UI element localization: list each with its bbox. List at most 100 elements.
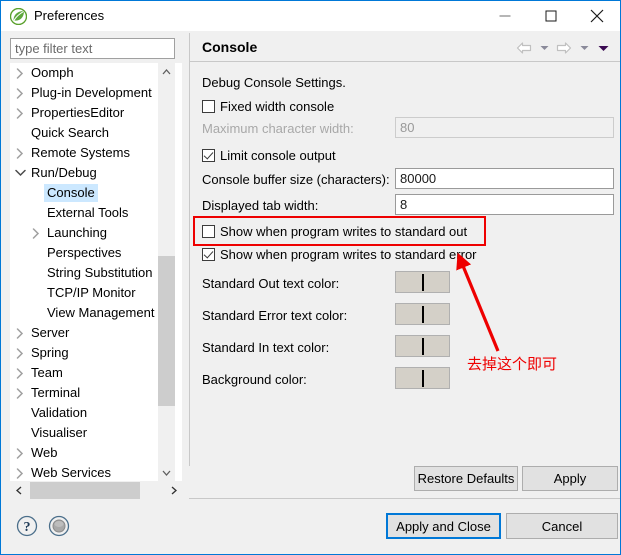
filter-input[interactable] — [10, 38, 175, 59]
sidebar-item-label: PropertiesEditor — [31, 105, 125, 120]
sidebar-item-label: Web Services — [31, 465, 111, 480]
sidebar-item-label: String Substitution — [47, 265, 153, 280]
tree-hscroll-thumb[interactable] — [30, 482, 140, 499]
apply-and-close-button[interactable]: Apply and Close — [386, 513, 501, 539]
annotation-text: 去掉这个即可 — [467, 355, 558, 373]
color-swatch — [421, 338, 424, 355]
chevron-down-icon[interactable] — [12, 163, 28, 183]
checkbox-box — [202, 247, 215, 261]
sidebar-item-label: Terminal — [31, 385, 81, 400]
sidebar-item-label: Server — [31, 325, 70, 340]
limit-console-output-checkbox[interactable]: Limit console output — [202, 146, 336, 164]
footer-divider — [189, 498, 620, 499]
chevron-right-icon[interactable] — [12, 343, 28, 363]
sidebar-item-label: External Tools — [47, 205, 129, 220]
chevron-right-icon[interactable] — [12, 103, 28, 123]
sidebar-item-label: Remote Systems — [31, 145, 130, 160]
chevron-right-icon[interactable] — [12, 363, 28, 383]
sidebar-item-label: Oomph — [31, 65, 74, 80]
sidebar-item-label: Validation — [31, 405, 88, 420]
maximize-button[interactable] — [528, 1, 574, 31]
chevron-right-icon[interactable] — [12, 63, 28, 83]
maximum-character-width-label: Maximum character width: — [202, 121, 354, 136]
chevron-right-icon[interactable] — [12, 143, 28, 163]
maximize-icon — [545, 10, 557, 22]
color-swatch — [421, 370, 424, 387]
svg-text:?: ? — [24, 520, 31, 535]
sidebar-item-label: Console — [44, 184, 98, 202]
sidebar-item-label: View Management — [47, 305, 155, 320]
limit-console-output-label: Limit console output — [220, 147, 336, 163]
minimize-button[interactable] — [482, 1, 528, 31]
displayed-tab-width-input[interactable] — [395, 194, 614, 215]
restore-defaults-button[interactable]: Restore Defaults — [414, 466, 518, 491]
maximum-character-width-input[interactable] — [395, 117, 614, 138]
minimize-icon — [499, 15, 511, 17]
chevron-down-icon[interactable] — [577, 40, 591, 56]
checkbox-box — [202, 148, 215, 162]
sidebar-item-label: Web — [31, 445, 58, 460]
resize-grip-icon[interactable] — [47, 514, 71, 538]
title-bar: Preferences — [1, 1, 620, 31]
apply-button[interactable]: Apply — [522, 466, 618, 491]
sidebar-item-label: Quick Search — [31, 125, 110, 140]
standard-out-color-button[interactable] — [395, 271, 450, 293]
sidebar-item-label: Team — [31, 365, 63, 380]
debug-console-settings-label: Debug Console Settings. — [202, 75, 346, 90]
sidebar-item-label: Perspectives — [47, 245, 122, 260]
chevron-right-icon[interactable] — [12, 323, 28, 343]
arrow-right-icon[interactable] — [555, 40, 573, 56]
scroll-left-icon[interactable] — [10, 482, 27, 499]
standard-out-color-label: Standard Out text color: — [202, 276, 340, 291]
cancel-button[interactable]: Cancel — [506, 513, 618, 539]
content-pane: Console Debug Console Settings. Fixed wi… — [189, 33, 620, 466]
chevron-right-icon[interactable] — [12, 463, 28, 481]
sidebar-item-label: Visualiser — [31, 425, 88, 440]
tree-horizontal-scrollbar[interactable] — [10, 482, 182, 499]
tree-scroll-thumb[interactable] — [158, 256, 175, 406]
console-buffer-size-input[interactable] — [395, 168, 614, 189]
scroll-up-icon[interactable] — [158, 63, 175, 80]
chevron-right-icon[interactable] — [12, 443, 28, 463]
checkbox-box — [202, 99, 215, 113]
chevron-down-icon[interactable] — [537, 40, 551, 56]
close-button[interactable] — [574, 1, 620, 31]
scroll-right-icon[interactable] — [165, 482, 182, 499]
sidebar-item-label: TCP/IP Monitor — [47, 285, 136, 300]
console-buffer-size-label: Console buffer size (characters): — [202, 172, 390, 187]
content-header: Console — [190, 33, 620, 62]
show-standard-error-checkbox[interactable]: Show when program writes to standard err… — [202, 245, 477, 263]
background-color-label: Background color: — [202, 372, 307, 387]
background-color-button[interactable] — [395, 367, 450, 389]
view-menu-icon[interactable] — [596, 40, 610, 56]
tree-vertical-scrollbar[interactable] — [157, 63, 175, 481]
color-swatch — [421, 306, 424, 323]
show-standard-out-label: Show when program writes to standard out — [220, 223, 468, 239]
chevron-right-icon[interactable] — [28, 223, 44, 243]
preferences-dialog: Preferences Oomph Plug-in Development Prop… — [0, 0, 621, 555]
page-title: Console — [202, 39, 258, 55]
displayed-tab-width-label: Displayed tab width: — [202, 198, 319, 213]
arrow-left-icon[interactable] — [515, 40, 533, 56]
standard-in-color-label: Standard In text color: — [202, 340, 330, 355]
standard-error-color-button[interactable] — [395, 303, 450, 325]
show-standard-error-label: Show when program writes to standard err… — [220, 246, 477, 262]
show-standard-out-checkbox[interactable]: Show when program writes to standard out — [202, 222, 467, 240]
close-icon — [590, 9, 604, 23]
sidebar-item-label: Run/Debug — [31, 165, 97, 180]
scroll-down-icon[interactable] — [158, 464, 175, 481]
standard-in-color-button[interactable] — [395, 335, 450, 357]
fixed-width-console-checkbox[interactable]: Fixed width console — [202, 97, 334, 115]
eclipse-leaf-icon — [9, 7, 28, 26]
chevron-right-icon[interactable] — [12, 383, 28, 403]
chevron-right-icon[interactable] — [12, 83, 28, 103]
question-mark-icon[interactable]: ? — [15, 514, 39, 538]
fixed-width-console-label: Fixed width console — [220, 98, 335, 114]
sidebar-item-label: Launching — [47, 225, 107, 240]
color-swatch — [421, 274, 424, 291]
checkbox-box — [202, 224, 215, 238]
window-title: Preferences — [34, 8, 105, 23]
sidebar-item-label: Spring — [31, 345, 69, 360]
sidebar-item-label: Plug-in Development — [31, 85, 152, 100]
standard-error-color-label: Standard Error text color: — [202, 308, 348, 323]
